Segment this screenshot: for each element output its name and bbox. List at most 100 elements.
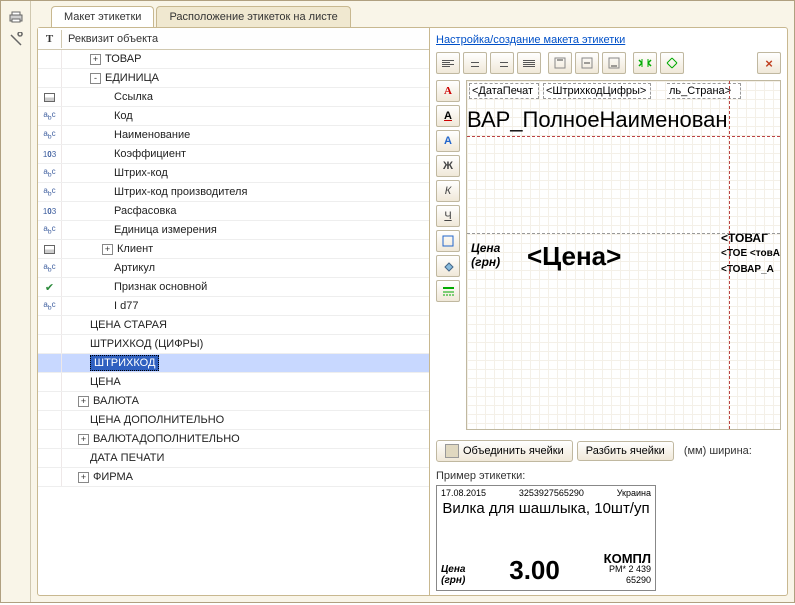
width-label: (мм) ширина: bbox=[684, 445, 752, 457]
align-justify-button[interactable] bbox=[517, 52, 541, 74]
tree-row-icon: abc bbox=[38, 126, 62, 144]
tree-row[interactable]: ✔ Признак основной bbox=[38, 278, 429, 297]
preview-barcode: 3253927565290 bbox=[519, 488, 584, 498]
preview-unit: КОМПЛ bbox=[604, 553, 651, 564]
close-button[interactable]: × bbox=[757, 52, 781, 74]
tree-row-icon bbox=[38, 335, 62, 353]
split-cells-button[interactable]: Разбить ячейки bbox=[577, 441, 674, 461]
tree-row[interactable]: 103Расфасовка bbox=[38, 202, 429, 221]
tree-row-label: I d77 bbox=[114, 300, 138, 312]
italic-button[interactable]: К bbox=[436, 180, 460, 202]
tree-row-icon bbox=[38, 449, 62, 467]
toolbar-tools-icon[interactable] bbox=[5, 29, 27, 51]
tree-expander[interactable]: + bbox=[78, 472, 89, 483]
tree-row-label: Штрих-код bbox=[114, 167, 168, 179]
resize-both-button[interactable] bbox=[660, 52, 684, 74]
tree-expander[interactable]: - bbox=[90, 73, 101, 84]
tree-row[interactable]: abc Штрих-код bbox=[38, 164, 429, 183]
tree-row[interactable]: Ссылка bbox=[38, 88, 429, 107]
tree-row-label: ЦЕНА ДОПОЛНИТЕЛЬНО bbox=[90, 414, 224, 426]
align-left-button[interactable] bbox=[436, 52, 460, 74]
tree-expander[interactable]: + bbox=[78, 434, 89, 445]
tree-row-icon bbox=[38, 373, 62, 391]
tree-row-icon bbox=[38, 69, 62, 87]
font-button[interactable]: A bbox=[436, 80, 460, 102]
tree-row[interactable]: abc Код bbox=[38, 107, 429, 126]
tree-row[interactable]: + ФИРМА bbox=[38, 468, 429, 487]
tree-row[interactable]: ШТРИХКОД (ЦИФРЫ) bbox=[38, 335, 429, 354]
bold-button[interactable]: Ж bbox=[436, 155, 460, 177]
resize-h-button[interactable] bbox=[633, 52, 657, 74]
tree-row-icon: 103 bbox=[38, 145, 62, 163]
tree-row[interactable]: -ЕДИНИЦА bbox=[38, 69, 429, 88]
toolbar-print-icon[interactable] bbox=[5, 6, 27, 28]
settings-link[interactable]: Настройка/создание макета этикетки bbox=[436, 34, 625, 46]
tree-row[interactable]: + ТОВАР bbox=[38, 50, 429, 69]
canvas-price-label: Цена(грн) bbox=[471, 241, 500, 269]
tree-row[interactable]: abcАртикул bbox=[38, 259, 429, 278]
tree-row-label: Код bbox=[114, 110, 133, 122]
tree-row-label: Единица измерения bbox=[114, 224, 217, 236]
tree-row[interactable]: ЦЕНА СТАРАЯ bbox=[38, 316, 429, 335]
tree-row-icon bbox=[38, 240, 62, 258]
valign-middle-button[interactable] bbox=[575, 52, 599, 74]
label-canvas[interactable]: <ДатаПечат <ШтрихкодЦифры> ль_Страна> ВА… bbox=[466, 80, 781, 430]
tree-row-icon bbox=[38, 88, 62, 106]
tab-layout[interactable]: Макет этикетки bbox=[51, 6, 154, 27]
border-button[interactable] bbox=[436, 230, 460, 252]
tree-row-icon: abc bbox=[38, 164, 62, 182]
tree-row-label: ЦЕНА bbox=[90, 376, 121, 388]
tree-expander[interactable]: + bbox=[78, 396, 89, 407]
field-barcode-digits[interactable]: <ШтрихкодЦифры> bbox=[543, 83, 651, 99]
tree-row[interactable]: ЦЕНА ДОПОЛНИТЕЛЬНО bbox=[38, 411, 429, 430]
tree-expander[interactable]: + bbox=[102, 244, 113, 255]
tree-row-icon: abc bbox=[38, 259, 62, 277]
tree-row[interactable]: ДАТА ПЕЧАТИ bbox=[38, 449, 429, 468]
fill-button[interactable] bbox=[436, 255, 460, 277]
tree-row-icon: abc bbox=[38, 107, 62, 125]
tree-row[interactable]: ШТРИХКОД bbox=[38, 354, 429, 373]
valign-top-button[interactable] bbox=[548, 52, 572, 74]
tree-row[interactable]: +ВАЛЮТА bbox=[38, 392, 429, 411]
tree-row[interactable]: abcНаименование bbox=[38, 126, 429, 145]
tree-row[interactable]: abc I d77 bbox=[38, 297, 429, 316]
field-date[interactable]: <ДатаПечат bbox=[469, 83, 539, 99]
valign-bottom-button[interactable] bbox=[602, 52, 626, 74]
tree-row[interactable]: +Клиент bbox=[38, 240, 429, 259]
tab-placement[interactable]: Расположение этикеток на листе bbox=[156, 6, 350, 27]
tree-row-icon: abc bbox=[38, 297, 62, 315]
tab-label: Макет этикетки bbox=[64, 11, 141, 23]
merge-cells-button[interactable]: Объединить ячейки bbox=[436, 440, 573, 462]
tree-row-icon bbox=[38, 316, 62, 334]
align-center-button[interactable] bbox=[463, 52, 487, 74]
preview-title: Пример этикетки: bbox=[436, 470, 781, 482]
tree-row-icon: ✔ bbox=[38, 278, 62, 296]
tree-row-label: ДАТА ПЕЧАТИ bbox=[90, 452, 164, 464]
tree-row-label: Признак основной bbox=[114, 281, 207, 293]
align-right-button[interactable] bbox=[490, 52, 514, 74]
tree-row-icon: 103 bbox=[38, 202, 62, 220]
tree-row[interactable]: abcШтрих-код производителя bbox=[38, 183, 429, 202]
underline-button[interactable]: Ч bbox=[436, 205, 460, 227]
tree-row-icon: abc bbox=[38, 221, 62, 239]
tab-label: Расположение этикеток на листе bbox=[169, 11, 337, 23]
tree-row[interactable]: abc Единица измерения bbox=[38, 221, 429, 240]
tree-row[interactable]: ЦЕНА bbox=[38, 373, 429, 392]
tree-body[interactable]: +ТОВАР-ЕДИНИЦАСсылкаabcКодabcНаименовани… bbox=[38, 50, 429, 595]
font-style-button[interactable]: A bbox=[436, 130, 460, 152]
canvas-big-name: ВАР_ПолноеНаименован bbox=[467, 107, 728, 133]
preview-name: Вилка для шашлыка, 10шт/уп bbox=[441, 500, 651, 517]
preview-date: 17.08.2015 bbox=[441, 488, 486, 498]
tree-row-label: ЦЕНА СТАРАЯ bbox=[90, 319, 167, 331]
tree-row-label: Ссылка bbox=[114, 91, 153, 103]
preview-box: 17.08.2015 3253927565290 Украина Вилка д… bbox=[436, 485, 656, 591]
tree-row[interactable]: 103Коэффициент bbox=[38, 145, 429, 164]
tree-row-label: ТОВАР bbox=[105, 53, 141, 65]
border-style-button[interactable] bbox=[436, 280, 460, 302]
tree-expander[interactable]: + bbox=[90, 54, 101, 65]
tree-row-label: ФИРМА bbox=[93, 471, 133, 483]
tree-row-icon bbox=[38, 392, 62, 410]
font-color-button[interactable]: A bbox=[436, 105, 460, 127]
tree-row[interactable]: +ВАЛЮТАДОПОЛНИТЕЛЬНО bbox=[38, 430, 429, 449]
tree-row-label: ЕДИНИЦА bbox=[105, 72, 159, 84]
